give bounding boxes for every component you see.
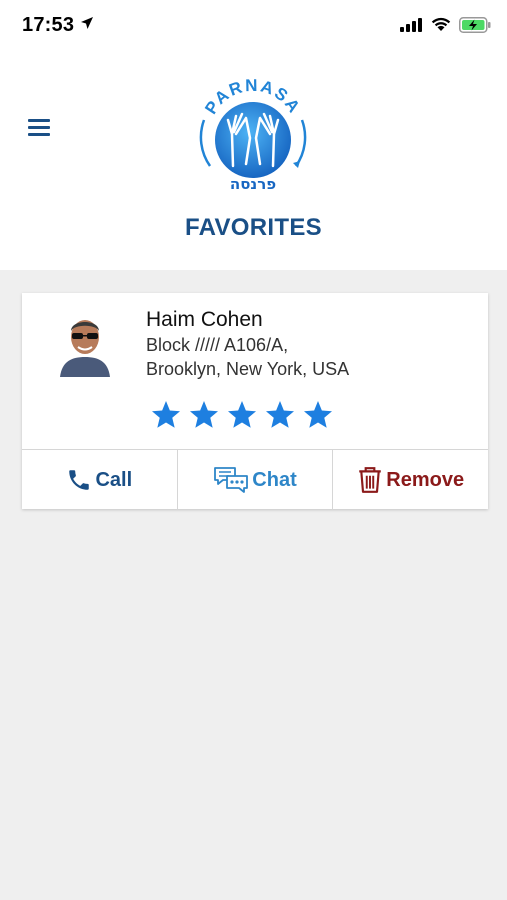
wifi-icon <box>431 17 451 31</box>
contact-address: Block ///// A106/A, Brooklyn, New York, … <box>146 333 349 381</box>
hamburger-menu-icon[interactable] <box>28 116 54 138</box>
battery-charging-icon <box>459 17 491 33</box>
star-icon <box>304 401 332 428</box>
address-line-2: Brooklyn, New York, USA <box>146 359 350 379</box>
parnasa-logo: PARNASA פרנסה <box>199 76 307 193</box>
app-header: PARNASA פרנסה FAVORITES <box>0 52 507 270</box>
card-actions: Call Chat Remove <box>22 449 488 510</box>
remove-label: Remove <box>386 468 465 491</box>
address-line-1: Block ///// A106/A, <box>146 335 289 355</box>
page-title: FAVORITES <box>185 214 322 241</box>
chat-button[interactable]: Chat <box>176 450 333 510</box>
star-icon <box>190 401 218 428</box>
star-icon <box>266 401 294 428</box>
favorite-card: Haim Cohen Block ///// A106/A, Brooklyn,… <box>22 293 488 510</box>
call-label: Call <box>95 468 133 491</box>
star-icon <box>152 401 180 428</box>
phone-icon <box>69 470 90 490</box>
status-time: 17:53 <box>22 14 75 36</box>
status-bar: 17:53 <box>0 0 507 52</box>
avatar <box>56 307 114 377</box>
trash-icon <box>359 467 382 493</box>
cellular-signal-icon <box>400 18 422 32</box>
location-arrow-icon <box>81 17 93 29</box>
call-button[interactable]: Call <box>22 450 177 510</box>
rating-stars <box>150 399 334 433</box>
logo-hebrew-text: פרנסה <box>230 175 276 193</box>
star-icon <box>228 401 256 428</box>
chat-bubbles-icon <box>214 467 249 493</box>
chat-label: Chat <box>252 468 297 491</box>
remove-button[interactable]: Remove <box>332 450 488 510</box>
contact-name: Haim Cohen <box>146 308 263 331</box>
